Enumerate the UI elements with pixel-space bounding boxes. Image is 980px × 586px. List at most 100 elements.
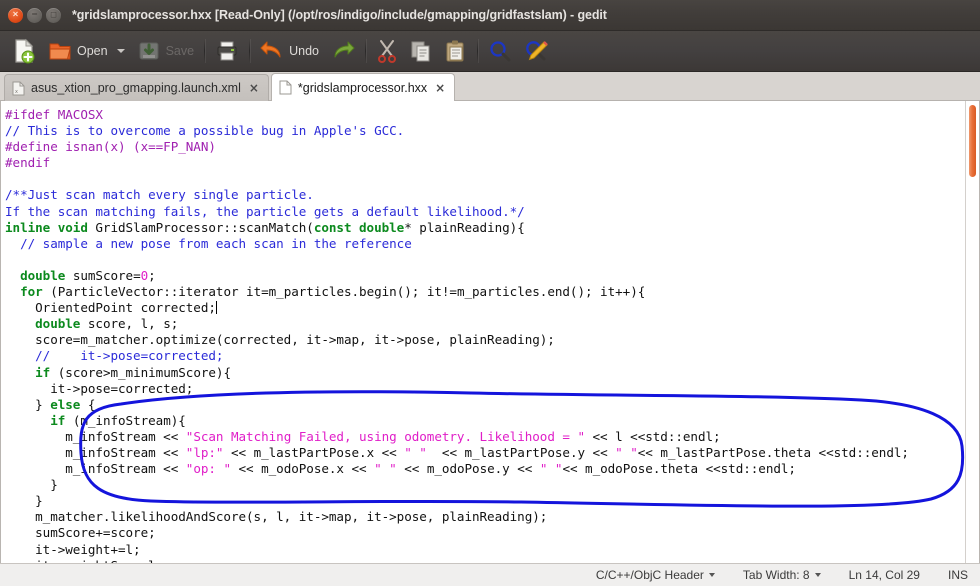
vertical-scrollbar[interactable] (965, 101, 979, 563)
cut-button[interactable] (370, 35, 404, 67)
window-titlebar: × − □ *gridslamprocessor.hxx [Read-Only]… (0, 0, 980, 31)
cursor-position-label: Ln 14, Col 29 (848, 568, 920, 582)
redo-button[interactable] (325, 35, 361, 67)
code-line: } (5, 477, 909, 493)
code-token: } (5, 493, 43, 509)
undo-arrow-icon (260, 40, 284, 62)
code-line: m_matcher.likelihoodAndScore(s, l, it->m… (5, 509, 909, 525)
code-token: << m_lastPartPose.y << (426, 444, 616, 460)
code-token: double (35, 316, 81, 332)
code-token: const double (313, 219, 405, 235)
tab-close-icon[interactable]: × (249, 82, 259, 94)
main-toolbar: Open Save Undo (0, 31, 980, 72)
print-button[interactable] (209, 35, 245, 67)
chevron-down-icon (708, 573, 715, 577)
gedit-window: × − □ *gridslamprocessor.hxx [Read-Only]… (0, 0, 980, 586)
cursor-position: Ln 14, Col 29 (835, 568, 934, 582)
code-token: if (50, 412, 66, 428)
open-dropdown-button[interactable] (114, 35, 131, 67)
redo-arrow-icon (331, 40, 355, 62)
code-token: "op: " (185, 461, 231, 477)
maximize-glyph: □ (50, 10, 57, 18)
code-line: // sample a new pose from each scan in t… (5, 236, 909, 252)
paste-button[interactable] (439, 35, 473, 67)
code-token: (ParticleVector::iterator it=m_particles… (42, 284, 646, 300)
code-token: #endif (5, 155, 51, 171)
code-line: m_infoStream << "lp:" << m_lastPartPose.… (5, 445, 909, 461)
code-line: // This is to overcome a possible bug in… (5, 123, 909, 139)
maximize-window-icon[interactable]: □ (46, 7, 61, 23)
toolbar-separator (476, 39, 478, 63)
tab-close-icon[interactable]: × (435, 82, 445, 94)
language-mode-selector[interactable]: C/C++/ObjC Header (582, 568, 729, 582)
save-icon (137, 39, 161, 63)
new-document-icon (12, 38, 36, 64)
code-line: it->weightSum+=l; (5, 558, 909, 563)
tab-width-label: Tab Width: 8 (742, 568, 810, 582)
code-line: /**Just scan match every single particle… (5, 187, 909, 203)
code-line: score=m_matcher.optimize(corrected, it->… (5, 332, 909, 348)
code-line: it->pose=corrected; (5, 381, 909, 397)
replace-button[interactable] (518, 35, 554, 67)
open-label: Open (77, 44, 108, 58)
code-token: GridSlamProcessor::scanMatch( (87, 219, 314, 235)
save-button[interactable]: Save (131, 35, 201, 67)
code-line: #endif (5, 155, 909, 171)
minimize-window-icon[interactable]: − (27, 7, 42, 23)
tab-width-selector[interactable]: Tab Width: 8 (729, 568, 835, 582)
code-token: sumScore+=score; (5, 525, 156, 541)
scrollbar-thumb[interactable] (969, 105, 976, 177)
document-tabs: x asus_xtion_pro_gmapping.launch.xml × *… (0, 72, 980, 101)
code-token: for (20, 284, 43, 300)
tab-label: asus_xtion_pro_gmapping.launch.xml (31, 81, 241, 95)
code-token: else (50, 396, 81, 412)
code-token: If the scan matching fails, the particle… (5, 203, 525, 219)
code-token: (score>m_minimumScore){ (50, 364, 231, 380)
svg-text:x: x (15, 89, 18, 95)
open-button[interactable]: Open (42, 35, 114, 67)
minimize-glyph: − (31, 9, 38, 19)
editor-area[interactable]: #ifdef MACOSX// This is to overcome a po… (0, 101, 980, 563)
code-token: " " (374, 461, 397, 477)
tab-launch-xml[interactable]: x asus_xtion_pro_gmapping.launch.xml × (4, 74, 269, 101)
undo-label: Undo (289, 44, 319, 58)
xml-file-icon: x (12, 81, 25, 96)
tab-gridslamprocessor-hxx[interactable]: *gridslamprocessor.hxx × (270, 73, 456, 101)
code-line: if (m_infoStream){ (5, 413, 909, 429)
code-line: sumScore+=score; (5, 525, 909, 541)
code-line: inline void GridSlamProcessor::scanMatch… (5, 220, 909, 236)
find-button[interactable] (482, 35, 518, 67)
code-line: #ifdef MACOSX (5, 107, 909, 123)
search-replace-icon (524, 39, 548, 63)
source-code-text[interactable]: #ifdef MACOSX// This is to overcome a po… (1, 101, 909, 563)
code-line: // it->pose=corrected; (5, 348, 909, 364)
code-token: (m_infoStream){ (65, 412, 186, 428)
code-token: << m_lastPartPose.theta <<std::endl; (637, 444, 909, 460)
code-token: m_infoStream << (5, 428, 186, 444)
code-token: #define isnan(x) (x==FP_NAN) (5, 139, 216, 155)
toolbar-separator (364, 39, 366, 63)
new-document-button[interactable] (6, 35, 42, 67)
chevron-down-icon (116, 49, 125, 53)
close-window-icon[interactable]: × (8, 7, 23, 23)
insert-mode-indicator[interactable]: INS (934, 568, 968, 582)
code-token: // sample a new pose from each scan in t… (5, 235, 412, 251)
scissors-icon (376, 39, 398, 63)
code-line: OrientedPoint corrected; (5, 300, 909, 316)
copy-button[interactable] (404, 35, 439, 67)
code-token: score=m_matcher.optimize(corrected, it->… (5, 332, 555, 348)
code-token: if (35, 364, 51, 380)
code-token: << l <<std::endl; (584, 428, 721, 444)
code-token: sumScore= (65, 267, 141, 283)
paste-icon (445, 39, 467, 63)
code-line: If the scan matching fails, the particle… (5, 204, 909, 220)
code-token: << m_odoPose.y << (396, 461, 540, 477)
tab-label: *gridslamprocessor.hxx (297, 80, 428, 95)
printer-icon (215, 39, 239, 63)
undo-button[interactable]: Undo (254, 35, 325, 67)
